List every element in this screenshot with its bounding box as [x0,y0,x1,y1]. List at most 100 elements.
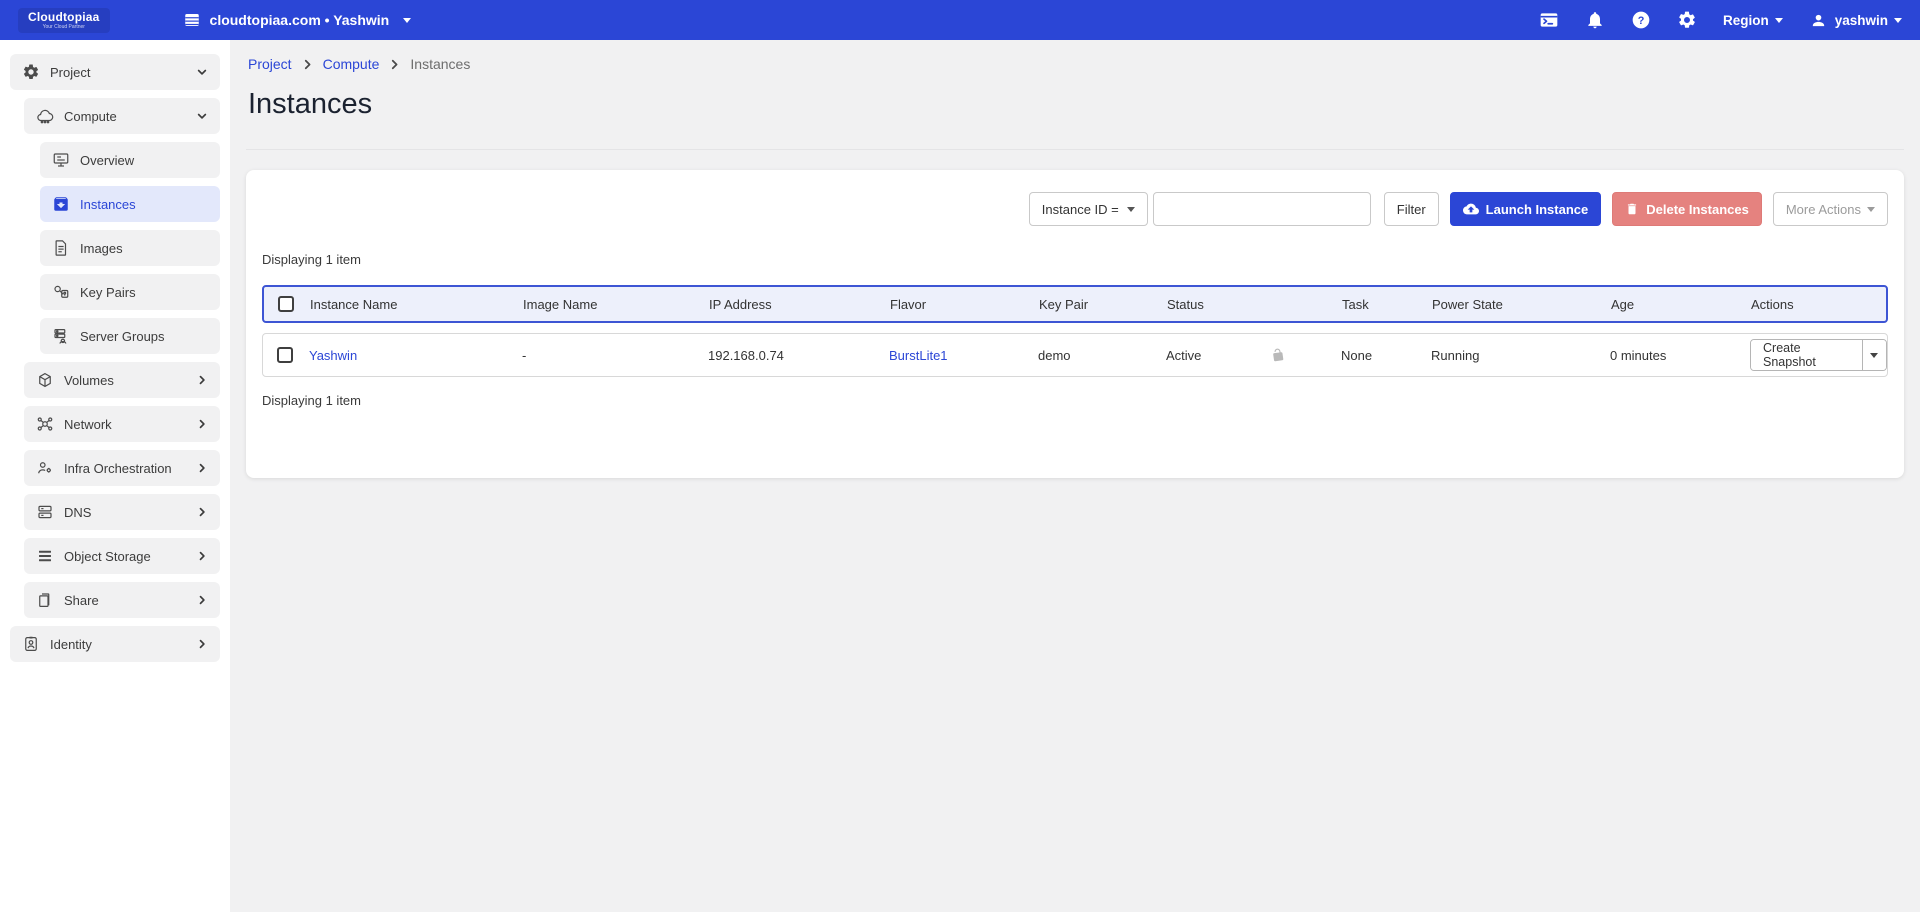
gear-icon[interactable] [1677,10,1697,30]
status-value: Active [1166,348,1201,363]
sidebar-item-dns[interactable]: DNS [24,494,220,530]
task-value: None [1341,348,1431,363]
sidebar-item-overview[interactable]: Overview [40,142,220,178]
brand-tagline: Your Cloud Partner [28,25,100,30]
sidebar-item-project[interactable]: Project [10,54,220,90]
table-toolbar: Instance ID = Filter Launch Instance Del… [262,192,1888,226]
brand-logo[interactable]: Cloudtopiaa Your Cloud Partner [18,8,110,33]
chevron-down-icon [1127,207,1135,212]
trash-icon [1625,202,1639,216]
sidebar-item-key-pairs[interactable]: Key Pairs [40,274,220,310]
instance-box-icon [52,195,70,213]
cube-icon [36,371,54,389]
delete-instances-button[interactable]: Delete Instances [1612,192,1762,226]
image-name-value: - [522,348,708,363]
sidebar-item-label: Instances [80,197,136,212]
filter-search-input[interactable] [1153,192,1371,226]
column-header-instance-name: Instance Name [310,297,523,312]
sidebar-item-object-storage[interactable]: Object Storage [24,538,220,574]
sidebar-item-volumes[interactable]: Volumes [24,362,220,398]
sidebar-item-label: Infra Orchestration [64,461,172,476]
server-stack-icon [36,503,54,521]
document-icon [52,239,70,257]
launch-instance-button[interactable]: Launch Instance [1450,192,1602,226]
chevron-right-icon [196,550,208,562]
breadcrumb-instances: Instances [410,56,470,72]
launch-instance-label: Launch Instance [1486,202,1589,217]
chevron-right-icon [389,59,400,70]
sidebar-item-instances[interactable]: Instances [40,186,220,222]
chevron-right-icon [302,59,313,70]
chevron-right-icon [196,374,208,386]
brand-title: Cloudtopiaa [28,11,100,23]
sidebar-item-compute[interactable]: Compute [24,98,220,134]
domain-project-switcher[interactable]: cloudtopiaa.com • Yashwin [182,10,412,30]
help-icon[interactable]: ? [1631,10,1651,30]
bell-icon[interactable] [1585,10,1605,30]
sidebar-item-label: Share [64,593,99,608]
filter-type-dropdown[interactable]: Instance ID = [1029,192,1148,226]
chevron-right-icon [196,506,208,518]
list-icon [36,547,54,565]
column-header-power-state: Power State [1432,297,1611,312]
sidebar-item-label: Server Groups [80,329,165,344]
ip-address-value: 192.168.0.74 [708,348,889,363]
create-snapshot-button[interactable]: Create Snapshot [1751,340,1862,370]
row-checkbox[interactable] [277,347,293,363]
sidebar-item-network[interactable]: Network [24,406,220,442]
chevron-down-icon [1775,18,1783,23]
network-icon [36,415,54,433]
sidebar-item-label: Images [80,241,123,256]
breadcrumb-compute[interactable]: Compute [323,56,380,72]
monitor-icon [52,151,70,169]
more-actions-label: More Actions [1786,202,1861,217]
flavor-link[interactable]: BurstLite1 [889,348,948,363]
instance-name-link[interactable]: Yashwin [309,348,357,363]
sidebar-item-infra-orchestration[interactable]: Infra Orchestration [24,450,220,486]
user-gear-icon [36,459,54,477]
chevron-down-icon [1867,207,1875,212]
more-actions-dropdown[interactable]: More Actions [1773,192,1888,226]
chevron-right-icon [196,594,208,606]
table-icon [182,10,202,30]
chevron-down-icon [196,110,208,122]
power-state-value: Running [1431,348,1610,363]
sidebar-item-label: Key Pairs [80,285,136,300]
row-actions-caret-button[interactable] [1862,340,1886,370]
chevron-down-icon [1894,18,1902,23]
breadcrumb-project[interactable]: Project [248,56,292,72]
page-title: Instances [248,88,1902,121]
svg-text:?: ? [1638,15,1645,27]
page-header: Project Compute Instances Instances [246,40,1904,150]
id-badge-icon [22,635,40,653]
file-copy-icon [36,591,54,609]
table-header-row: Instance Name Image Name IP Address Flav… [262,285,1888,323]
key-icon [52,283,70,301]
items-summary-bottom: Displaying 1 item [262,393,1888,408]
cloud-upload-icon [1463,201,1479,217]
chevron-right-icon [196,462,208,474]
chevron-right-icon [196,418,208,430]
select-all-checkbox[interactable] [278,296,294,312]
filter-button[interactable]: Filter [1384,192,1439,226]
user-icon [1809,10,1829,30]
cloud-icon [36,107,54,125]
user-menu[interactable]: yashwin [1809,10,1902,30]
column-header-status: Status [1167,297,1342,312]
items-summary-top: Displaying 1 item [262,252,1888,267]
sidebar-item-label: Object Storage [64,549,151,564]
console-icon[interactable] [1539,10,1559,30]
column-header-flavor: Flavor [890,297,1039,312]
sidebar-item-identity[interactable]: Identity [10,626,220,662]
project-gear-icon [22,63,40,81]
sidebar-item-images[interactable]: Images [40,230,220,266]
sidebar-item-label: Identity [50,637,92,652]
sidebar-item-server-groups[interactable]: Server Groups [40,318,220,354]
sidebar: Project Compute Overview Instances [0,40,230,912]
sidebar-item-share[interactable]: Share [24,582,220,618]
filter-type-label: Instance ID = [1042,202,1119,217]
column-header-age: Age [1611,297,1751,312]
table-row: Yashwin - 192.168.0.74 BurstLite1 demo A… [262,333,1888,377]
row-actions-split-button: Create Snapshot [1750,339,1887,371]
region-selector[interactable]: Region [1723,13,1783,28]
